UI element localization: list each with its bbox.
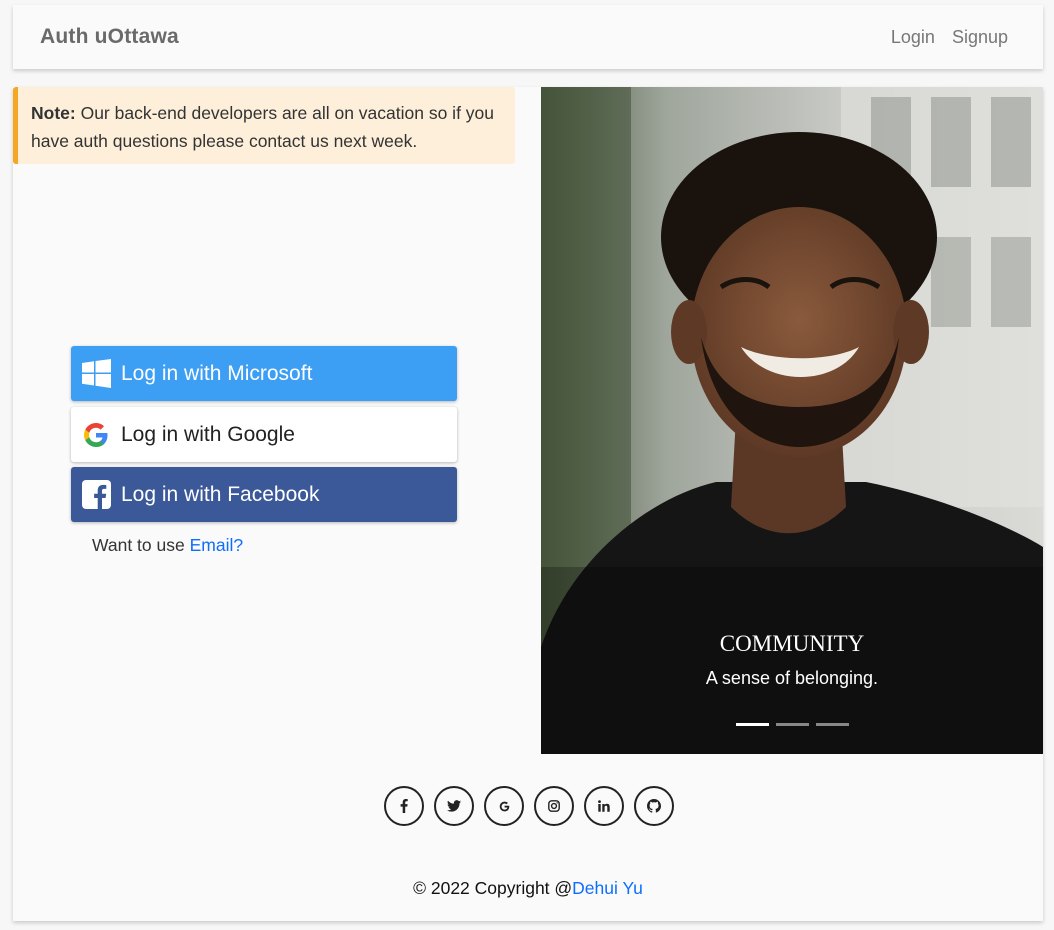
main-content: Note: Our back-end developers are all on… [13,87,1043,921]
author-link[interactable]: Dehui Yu [572,878,643,898]
email-link[interactable]: Email? [190,535,244,555]
windows-icon [71,359,121,388]
facebook-login-button[interactable]: Log in with Facebook [71,467,457,522]
twitter-icon[interactable] [434,786,474,826]
carousel-indicators [736,723,849,726]
carousel-subtitle: A sense of belonging. [705,668,879,688]
carousel-indicator[interactable] [776,723,809,726]
hero-carousel[interactable]: COMMUNITY A sense of belonging. [541,87,1043,754]
copyright-text: © 2022 Copyright @ [413,878,573,898]
github-icon[interactable] [634,786,674,826]
note-label: Note: [31,103,76,123]
facebook-login-label: Log in with Facebook [121,482,320,506]
navbar: Auth uOttawa Login Signup [13,5,1043,69]
email-prompt-text: Want to use [92,535,190,555]
facebook-logo-icon [71,480,121,509]
brand-title[interactable]: Auth uOttawa [40,25,179,49]
carousel-indicator[interactable] [736,723,769,726]
facebook-icon[interactable] [384,786,424,826]
microsoft-login-label: Log in with Microsoft [121,361,313,385]
note-alert: Note: Our back-end developers are all on… [13,87,515,164]
instagram-icon[interactable] [534,786,574,826]
nav-signup-link[interactable]: Signup [952,27,1008,48]
note-text: Our back-end developers are all on vacat… [31,103,495,151]
google-login-label: Log in with Google [121,422,295,446]
email-prompt: Want to use Email? [92,535,243,556]
nav-links: Login Signup [891,27,1008,48]
google-logo-icon [71,422,121,447]
linkedin-icon[interactable] [584,786,624,826]
google-login-button[interactable]: Log in with Google [71,407,457,462]
microsoft-login-button[interactable]: Log in with Microsoft [71,346,457,401]
footer-copyright: © 2022 Copyright @Dehui Yu [13,878,1043,899]
carousel-title: COMMUNITY [719,631,865,656]
google-icon[interactable] [484,786,524,826]
nav-login-link[interactable]: Login [891,27,935,48]
social-links [384,786,674,826]
carousel-indicator[interactable] [816,723,849,726]
